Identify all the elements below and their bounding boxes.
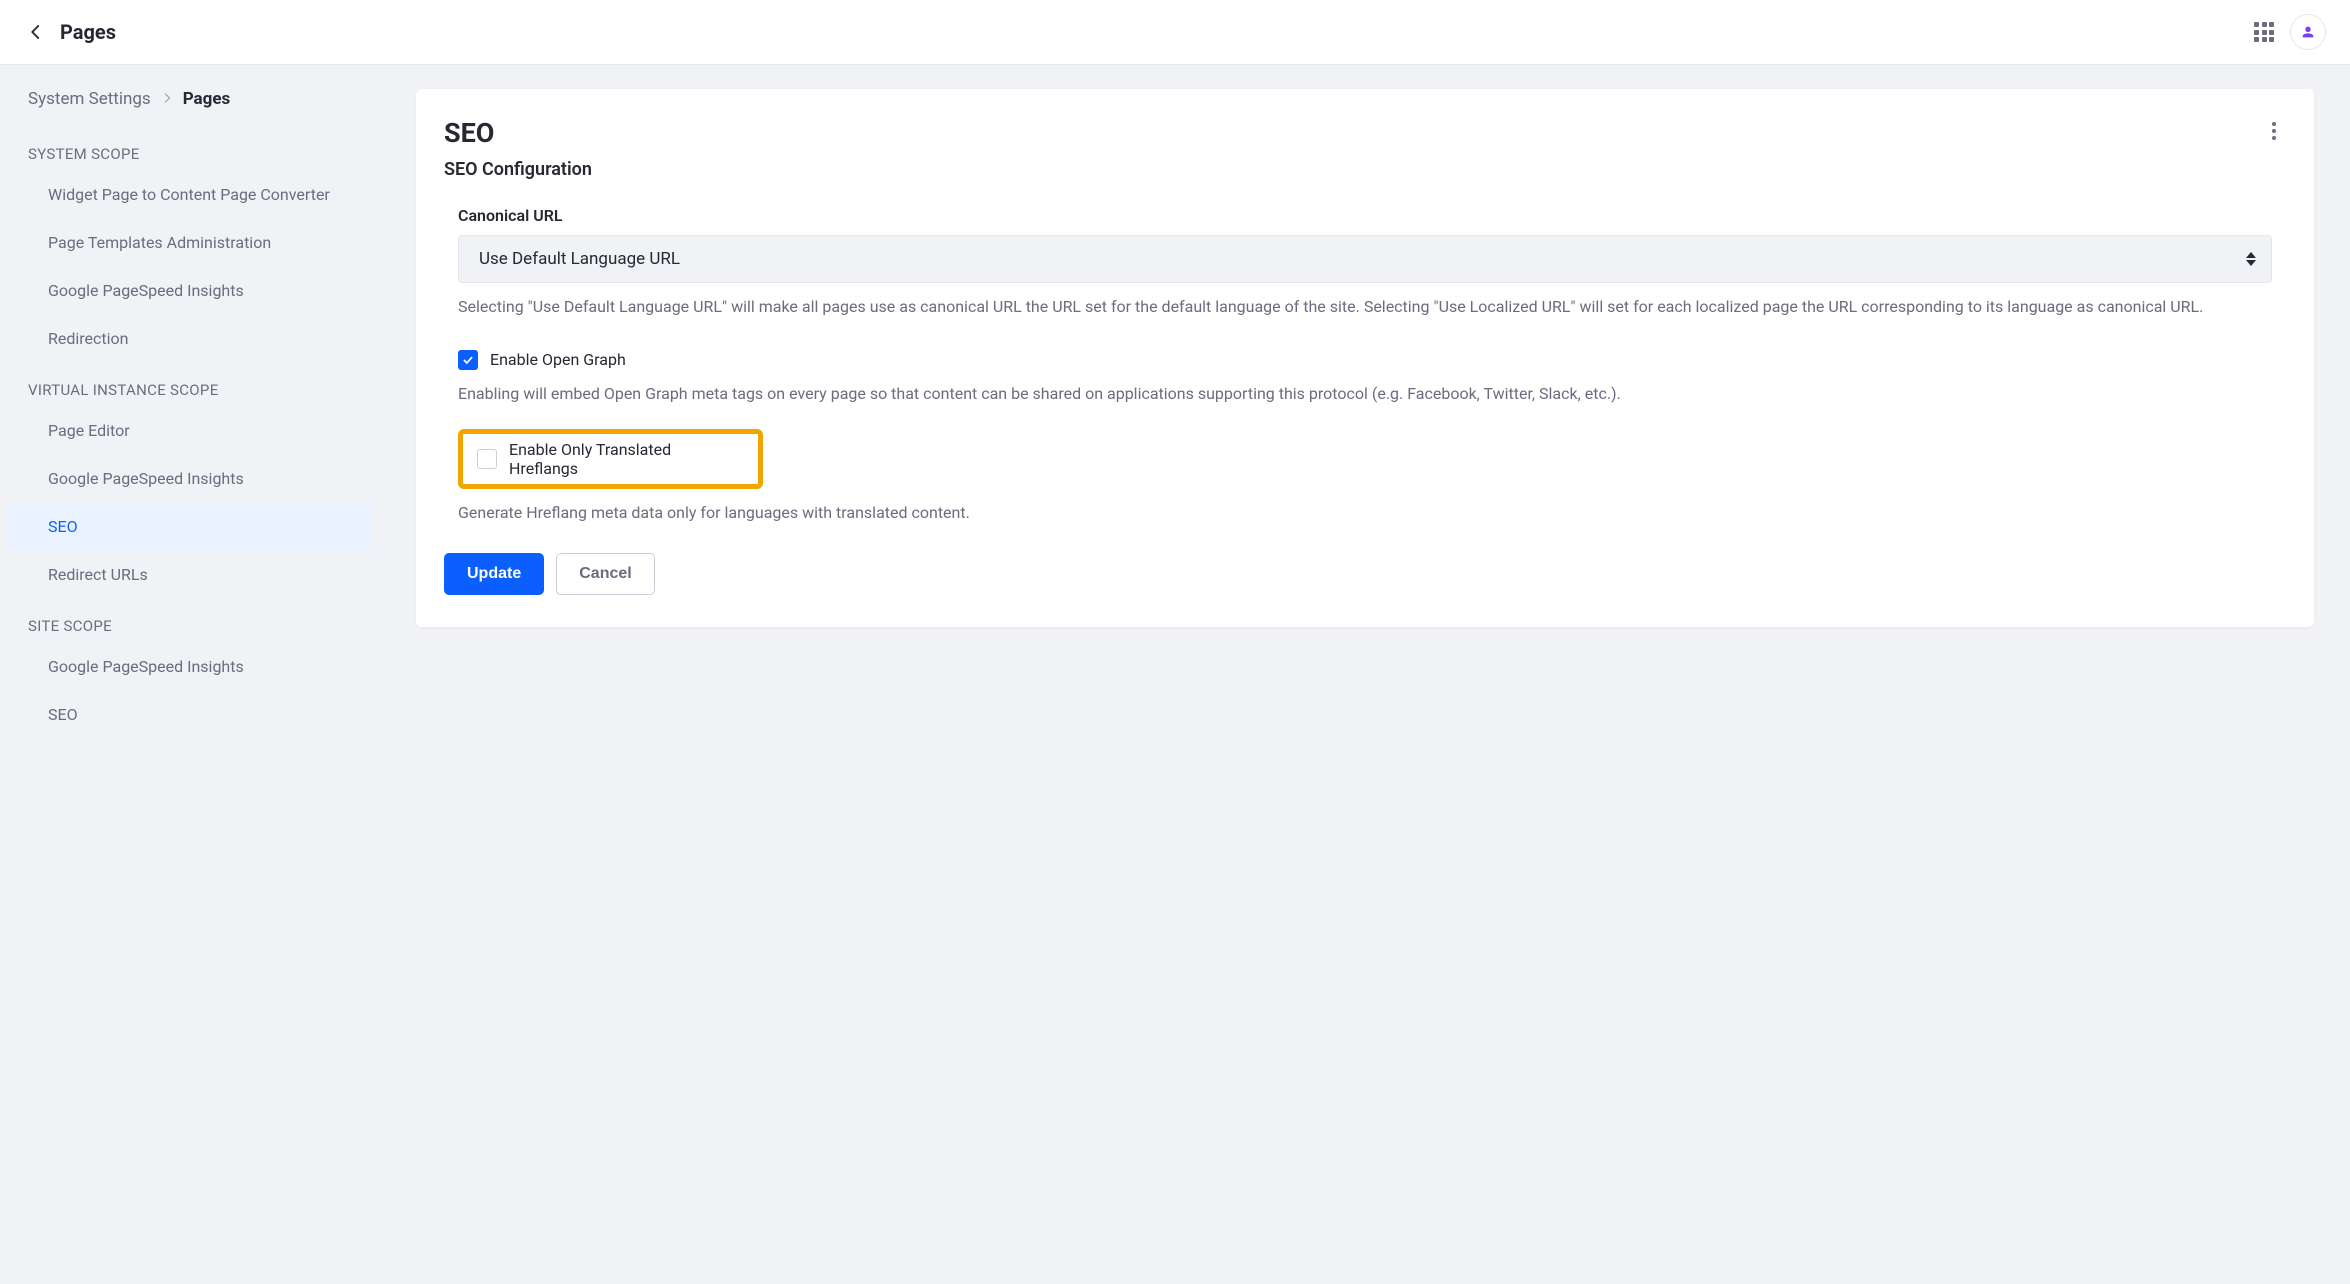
sidebar-item[interactable]: Google PageSpeed Insights — [0, 643, 380, 691]
breadcrumb-parent[interactable]: System Settings — [28, 89, 151, 109]
cancel-button[interactable]: Cancel — [556, 553, 654, 595]
topbar: Pages — [0, 0, 2350, 65]
canonical-url-select[interactable]: Use Default Language URL — [458, 235, 2272, 283]
enable-open-graph-checkbox[interactable] — [458, 350, 478, 370]
hreflang-highlight: Enable Only Translated Hreflangs — [458, 429, 763, 489]
scope-header: SITE SCOPE — [0, 599, 380, 643]
sidebar-item[interactable]: Redirect URLs — [0, 551, 380, 599]
check-icon — [461, 353, 475, 367]
enable-hreflang-checkbox[interactable] — [477, 449, 497, 469]
sidebar-item[interactable]: Redirection — [0, 315, 380, 363]
open-graph-help: Enabling will embed Open Graph meta tags… — [458, 382, 2272, 407]
main-content: SEO SEO Configuration Canonical URL Use … — [380, 65, 2350, 763]
page-title: Pages — [60, 20, 116, 44]
enable-hreflang-label: Enable Only Translated Hreflangs — [509, 440, 744, 478]
update-button[interactable]: Update — [444, 553, 544, 595]
user-avatar[interactable] — [2290, 14, 2326, 50]
sidebar-item[interactable]: SEO — [0, 691, 380, 739]
enable-open-graph-label: Enable Open Graph — [490, 350, 626, 369]
chevron-left-icon — [27, 23, 45, 41]
hreflang-help: Generate Hreflang meta data only for lan… — [458, 501, 2272, 526]
breadcrumb-current: Pages — [183, 89, 231, 109]
sidebar-item[interactable]: Google PageSpeed Insights — [0, 267, 380, 315]
card-subtitle: SEO Configuration — [444, 159, 592, 180]
sidebar-item[interactable]: Page Templates Administration — [0, 219, 380, 267]
card-title: SEO — [444, 117, 592, 149]
sidebar-item[interactable]: Google PageSpeed Insights — [0, 455, 380, 503]
scope-header: SYSTEM SCOPE — [0, 127, 380, 171]
canonical-url-value[interactable]: Use Default Language URL — [458, 235, 2272, 283]
chevron-right-icon — [161, 89, 173, 109]
sidebar-item[interactable]: Page Editor — [0, 407, 380, 455]
scope-header: VIRTUAL INSTANCE SCOPE — [0, 363, 380, 407]
back-button[interactable] — [24, 20, 48, 44]
person-icon — [2300, 24, 2316, 40]
breadcrumb: System Settings Pages — [0, 89, 380, 127]
canonical-url-help: Selecting "Use Default Language URL" wil… — [458, 295, 2272, 320]
apps-grid-icon[interactable] — [2254, 22, 2274, 42]
sidebar-item[interactable]: Widget Page to Content Page Converter — [0, 171, 380, 219]
sidebar: System Settings Pages SYSTEM SCOPEWidget… — [0, 65, 380, 763]
sidebar-item[interactable]: SEO — [8, 503, 372, 551]
seo-card: SEO SEO Configuration Canonical URL Use … — [416, 89, 2314, 627]
canonical-url-label: Canonical URL — [458, 206, 2272, 225]
kebab-menu[interactable] — [2262, 117, 2286, 141]
